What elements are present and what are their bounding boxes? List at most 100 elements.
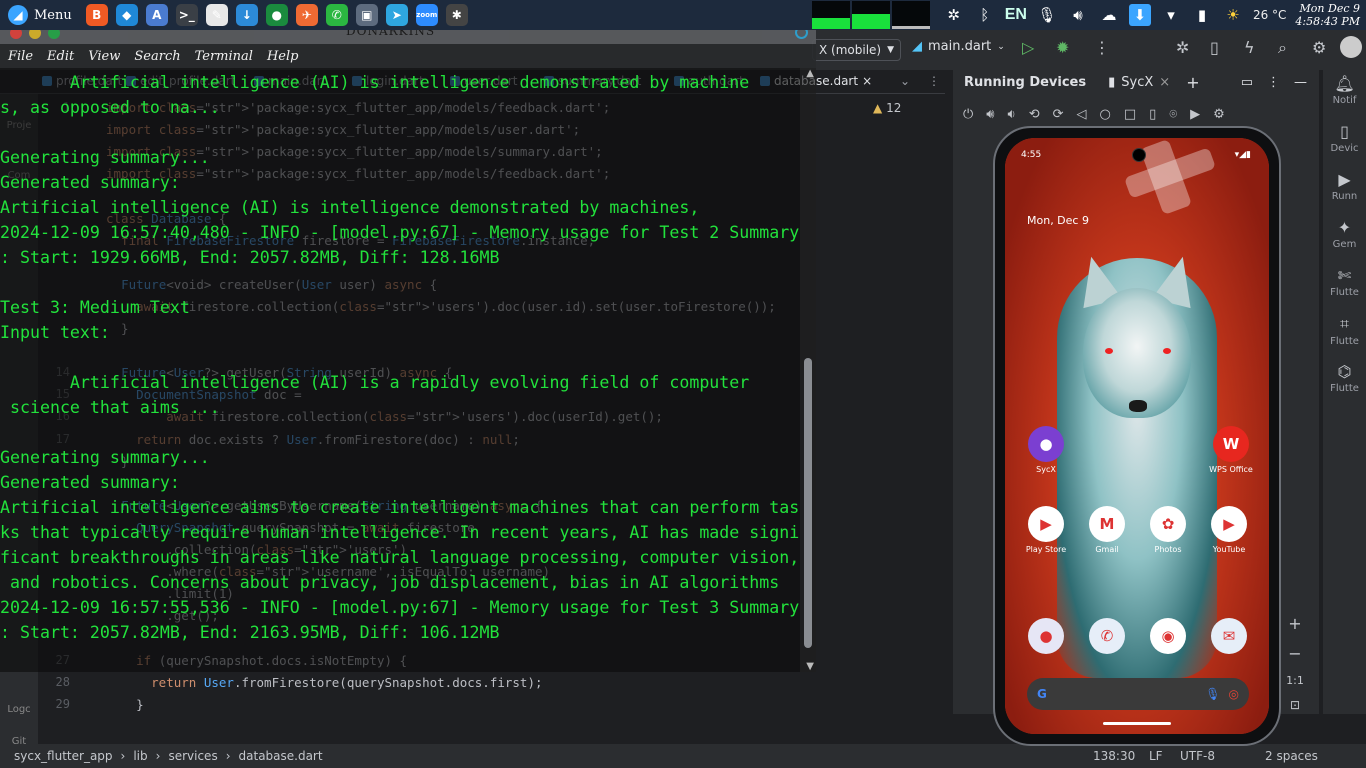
overview-icon[interactable]: □: [1124, 107, 1136, 122]
close-icon[interactable]: ×: [1159, 75, 1170, 90]
breadcrumb-item[interactable]: database.dart: [239, 749, 323, 763]
breadcrumb-item[interactable]: sycx_flutter_app: [14, 749, 113, 763]
telegram-icon[interactable]: ➤: [385, 4, 408, 26]
terminal-menu-search[interactable]: Search: [134, 49, 180, 64]
back-icon[interactable]: ◁: [1077, 107, 1087, 122]
menu-button[interactable]: ◢ Menu: [0, 5, 80, 25]
volume-down-icon[interactable]: 🔉︎: [1008, 107, 1016, 122]
phone-app[interactable]: ✆: [1079, 618, 1135, 657]
right-tool-item[interactable]: ✄ Flutte: [1323, 266, 1366, 298]
cloud-icon[interactable]: ☁: [1098, 4, 1120, 26]
minimize-icon[interactable]: —: [1294, 75, 1307, 90]
debug-icon[interactable]: ✹: [1056, 38, 1069, 57]
settings-tray-icon[interactable]: ✲: [943, 4, 965, 26]
messages-app[interactable]: ✉: [1201, 618, 1257, 657]
zoom-fit-icon[interactable]: ⊡: [1283, 698, 1307, 712]
brave-icon[interactable]: B: [85, 4, 108, 26]
right-tool-item[interactable]: ▯ Devic: [1323, 122, 1366, 154]
color-wheel-icon[interactable]: ✱: [445, 4, 468, 26]
terminal-menu-file[interactable]: File: [8, 49, 33, 64]
download-icon[interactable]: ⬇: [1128, 4, 1151, 26]
device-manager-icon[interactable]: ▯: [1210, 38, 1219, 57]
zoom-icon[interactable]: zoom: [415, 4, 438, 26]
photos-app[interactable]: ✿ Photos: [1140, 506, 1196, 554]
clock[interactable]: Mon Dec 9 4:58:43 PM: [1295, 2, 1360, 28]
zoom-in-icon[interactable]: +: [1283, 614, 1307, 644]
whatsapp-icon[interactable]: ✆: [325, 4, 348, 26]
keyboard-layout[interactable]: EN: [1005, 6, 1027, 24]
power-icon[interactable]: ⏻: [963, 107, 973, 122]
postman-icon[interactable]: ✈: [295, 4, 318, 26]
chrome-app[interactable]: ◉: [1140, 618, 1196, 657]
virtual-machine-icon[interactable]: ▣: [355, 4, 378, 26]
volume-up-icon[interactable]: 🔊︎: [986, 107, 994, 122]
run-icon[interactable]: ▷: [1022, 38, 1034, 57]
tabs-more-icon[interactable]: ⋮: [928, 74, 940, 88]
more-icon[interactable]: ⋮: [1094, 38, 1110, 57]
device-tab[interactable]: ▮ SycX ×: [1108, 75, 1170, 90]
wps-office-app[interactable]: W WPS Office: [1203, 426, 1259, 474]
scrollbar-thumb[interactable]: [804, 358, 812, 648]
weather-icon[interactable]: ☀: [1222, 4, 1244, 26]
lightning-icon[interactable]: ϟ: [1244, 38, 1255, 57]
cursor-position[interactable]: 138:30: [1093, 749, 1135, 763]
file-encoding[interactable]: UTF-8: [1180, 749, 1215, 763]
terminal-scrollbar[interactable]: ▲ ▼: [800, 68, 816, 672]
close-icon[interactable]: ×: [862, 74, 872, 88]
right-tool-item[interactable]: ⌬ Flutte: [1323, 362, 1366, 394]
gmail-app[interactable]: M Gmail: [1079, 506, 1135, 554]
right-tool-item[interactable]: 🔔︎ Notif: [1323, 74, 1366, 106]
gesture-home-bar[interactable]: [1103, 722, 1171, 725]
mongodb-icon[interactable]: ●: [265, 4, 288, 26]
bluetooth-icon[interactable]: ᛒ: [974, 4, 996, 26]
mic-icon[interactable]: 🎙︎: [1205, 687, 1220, 701]
more-icon[interactable]: ⋮: [1267, 75, 1280, 90]
volume-icon[interactable]: 🔊︎: [1067, 4, 1089, 26]
window-icon[interactable]: ▭: [1241, 75, 1253, 90]
record-icon[interactable]: ▶: [1190, 107, 1200, 122]
terminal-icon[interactable]: >_: [175, 4, 198, 26]
warnings-indicator[interactable]: ▲ 12: [873, 101, 901, 115]
add-tab-icon[interactable]: +: [1186, 73, 1199, 92]
play-store-app[interactable]: ▶ Play Store: [1018, 506, 1074, 554]
breadcrumb-item[interactable]: lib: [133, 749, 147, 763]
document-icon[interactable]: ✎: [205, 4, 228, 26]
search-icon[interactable]: ⌕: [1278, 38, 1287, 58]
scroll-down-icon[interactable]: ▼: [806, 661, 814, 672]
settings-icon[interactable]: ⚙: [1213, 107, 1225, 122]
lens-icon[interactable]: ◎: [1229, 687, 1239, 701]
indent-setting[interactable]: 2 spaces: [1265, 749, 1318, 763]
phone-screen[interactable]: 4:55 ▾◢▮ Mon, Dec 9 ● SycX W WPS Office ▶ Pla…: [1005, 138, 1269, 734]
android-studio-icon[interactable]: A: [145, 4, 168, 26]
terminal-menu-terminal[interactable]: Terminal: [195, 49, 253, 64]
terminal-output[interactable]: Artificial intelligence (AI) is intellig…: [0, 68, 816, 672]
line-separator[interactable]: LF: [1149, 749, 1163, 763]
terminal-menu-view[interactable]: View: [88, 49, 120, 64]
rotate-left-icon[interactable]: ⟲: [1029, 107, 1040, 122]
fold-icon[interactable]: ▯: [1149, 107, 1156, 122]
sycx-dock-app[interactable]: ●: [1018, 618, 1074, 657]
right-tool-item[interactable]: ▶ Runn: [1323, 170, 1366, 202]
run-configuration[interactable]: ◢ main.dart ⌄: [912, 39, 1005, 54]
youtube-app[interactable]: ▶ YouTube: [1201, 506, 1257, 554]
battery-icon[interactable]: ▮: [1191, 4, 1213, 26]
left-tool-item[interactable]: Logc: [4, 704, 34, 715]
terminal-menu-edit[interactable]: Edit: [47, 49, 74, 64]
settings-icon[interactable]: ⚙: [1312, 38, 1326, 57]
screenshot-icon[interactable]: ⌾: [1169, 107, 1177, 122]
device-selector[interactable]: X (mobile) ▼: [812, 39, 902, 61]
right-tool-item[interactable]: ⌗ Flutte: [1323, 314, 1366, 347]
tabs-dropdown-icon[interactable]: ⌄: [900, 74, 910, 88]
zoom-out-icon[interactable]: −: [1283, 644, 1307, 674]
google-search-bar[interactable]: G 🎙︎ ◎: [1027, 678, 1249, 710]
download-manager-icon[interactable]: ↓: [235, 4, 258, 26]
avatar[interactable]: [1340, 36, 1362, 58]
zoom-actual-size[interactable]: 1:1: [1283, 674, 1307, 698]
home-icon[interactable]: ○: [1100, 107, 1111, 122]
bug-icon[interactable]: ✲: [1176, 38, 1189, 57]
scroll-up-icon[interactable]: ▲: [806, 68, 814, 79]
vscode-icon[interactable]: ◆: [115, 4, 138, 26]
sycx-app-app[interactable]: ● SycX: [1018, 426, 1074, 474]
breadcrumb-item[interactable]: services: [168, 749, 217, 763]
rotate-right-icon[interactable]: ⟳: [1053, 107, 1064, 122]
